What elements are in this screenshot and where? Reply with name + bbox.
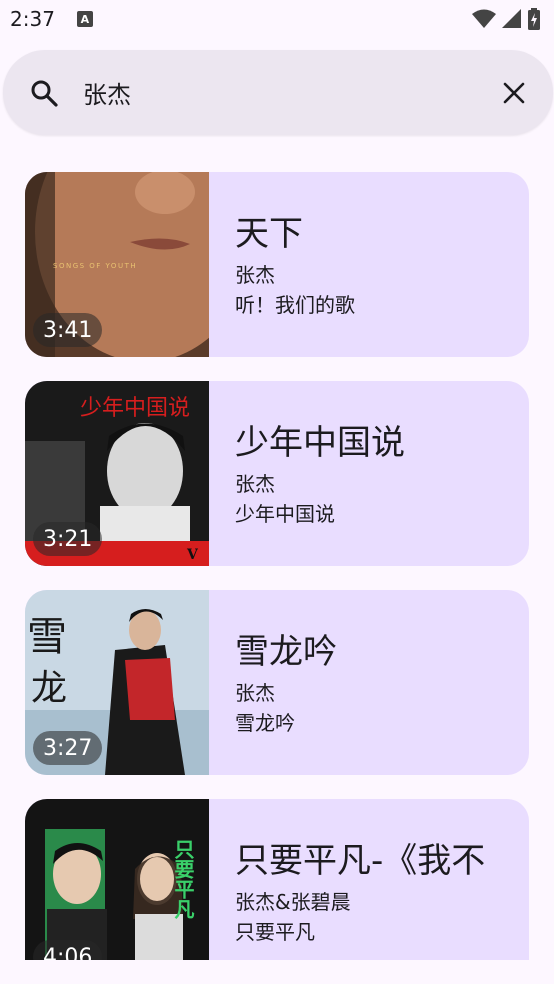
cellular-icon (502, 9, 521, 28)
album-cover: 雪 龙 3:27 (25, 590, 209, 775)
song-info: 雪龙吟 张杰 雪龙吟 (209, 590, 529, 775)
svg-text:V: V (186, 547, 199, 563)
song-album: 少年中国说 (235, 502, 335, 526)
song-title: 只要平凡-《我不 (235, 841, 486, 881)
album-cover: SONGS OF YOUTH 3:41 (25, 172, 209, 357)
song-card[interactable]: SONGS OF YOUTH 3:41 天下 张杰 听！我们的歌 (25, 172, 529, 357)
song-title: 天下 (235, 214, 303, 254)
close-icon[interactable] (499, 78, 529, 108)
notification-icon: A (76, 11, 93, 27)
song-info: 只要平凡-《我不 张杰&张碧晨 只要平凡 (209, 799, 529, 960)
svg-text:龙: 龙 (31, 668, 67, 709)
album-cover: 少年中国说 V 3:21 (25, 381, 209, 566)
song-info: 少年中国说 张杰 少年中国说 (209, 381, 529, 566)
duration-badge: 3:27 (33, 731, 103, 765)
wifi-icon (472, 9, 496, 28)
song-artist: 张杰 (235, 681, 275, 705)
song-artist: 张杰 (235, 263, 275, 287)
song-title: 雪龙吟 (235, 632, 337, 672)
svg-text:只要平凡: 只要平凡 (171, 839, 195, 920)
svg-text:少年中国说: 少年中国说 (80, 396, 190, 421)
status-icons (472, 8, 540, 30)
song-album: 只要平凡 (235, 920, 315, 944)
album-cover: 只要平凡 4:06 (25, 799, 209, 960)
svg-text:SONGS OF YOUTH: SONGS OF YOUTH (53, 262, 137, 270)
song-artist: 张杰 (235, 472, 275, 496)
search-icon[interactable] (29, 78, 59, 108)
svg-text:雪: 雪 (27, 614, 67, 660)
status-bar: 2:37 A (0, 0, 554, 38)
status-time: 2:37 (10, 7, 55, 31)
song-info: 天下 张杰 听！我们的歌 (209, 172, 529, 357)
song-album: 雪龙吟 (235, 711, 295, 735)
search-input[interactable] (83, 78, 499, 107)
song-title: 少年中国说 (235, 423, 405, 463)
duration-badge: 4:06 (33, 940, 103, 960)
duration-badge: 3:41 (33, 313, 103, 347)
duration-badge: 3:21 (33, 522, 103, 556)
song-list[interactable]: SONGS OF YOUTH 3:41 天下 张杰 听！我们的歌 少年中国说 V… (25, 172, 529, 960)
song-album: 听！我们的歌 (235, 293, 355, 317)
battery-icon (528, 8, 540, 30)
song-artist: 张杰&张碧晨 (235, 890, 351, 914)
song-card[interactable]: 少年中国说 V 3:21 少年中国说 张杰 少年中国说 (25, 381, 529, 566)
song-card[interactable]: 只要平凡 4:06 只要平凡-《我不 张杰&张碧晨 只要平凡 (25, 799, 529, 960)
song-card[interactable]: 雪 龙 3:27 雪龙吟 张杰 雪龙吟 (25, 590, 529, 775)
search-bar[interactable] (3, 50, 553, 135)
